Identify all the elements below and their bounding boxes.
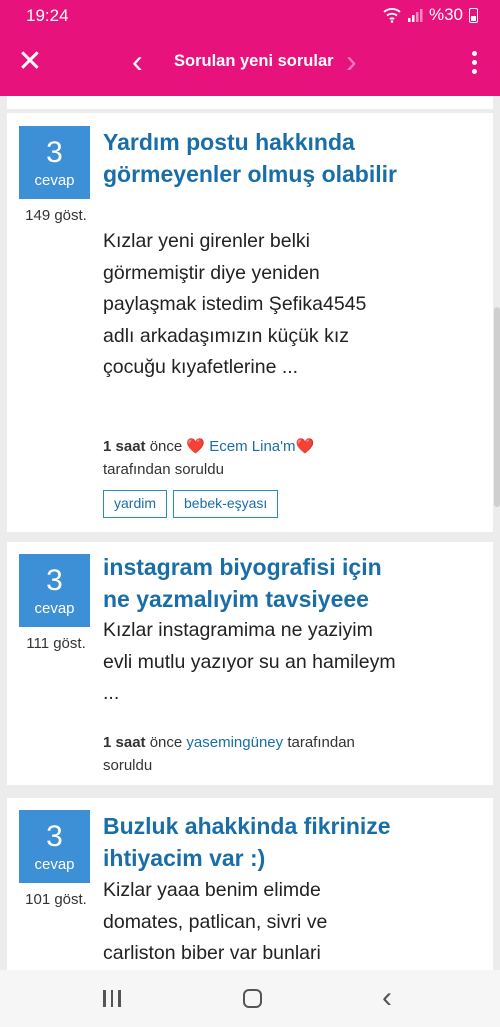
question-meta: 1 saat önce ❤️ Ecem Lina'm❤️ tarafından … [103, 435, 403, 481]
view-count: 111 göst. [26, 635, 86, 652]
answer-count-badge: 3 cevap [19, 810, 90, 883]
app-bar: ✕ ‹ Sorulan yeni sorular › [0, 30, 500, 96]
status-icons: %30 [383, 5, 478, 25]
question-card[interactable]: 3 cevap 101 göst. Buzluk ahakkinda fikri… [7, 798, 493, 970]
answer-count-badge: 3 cevap [19, 126, 90, 199]
previous-card-edge [7, 96, 493, 109]
answer-label: cevap [34, 856, 75, 873]
answer-count-badge: 3 cevap [19, 554, 90, 627]
question-excerpt: Kizlar yaaa benim elimde domates, patlic… [103, 879, 328, 964]
tag[interactable]: yardim [103, 490, 168, 518]
answer-label: cevap [34, 600, 75, 617]
answer-count: 3 [46, 820, 63, 853]
view-count: 149 göst. [25, 207, 87, 224]
recent-apps-icon[interactable] [103, 990, 121, 1007]
view-count: 101 göst. [25, 891, 87, 908]
posted-time: 1 saat [103, 438, 146, 455]
question-title[interactable]: Buzluk ahakkinda fikrinize ihtiyacim var… [103, 810, 403, 874]
author-link[interactable]: ❤️ Ecem Lina'm❤️ [186, 438, 314, 455]
battery-icon [469, 7, 478, 23]
answer-count: 3 [46, 136, 63, 169]
battery-percent: %30 [428, 5, 463, 24]
asked-by-label: tarafından soruldu [103, 461, 224, 478]
more-vertical-icon[interactable] [464, 46, 484, 78]
close-icon[interactable]: ✕ [16, 46, 44, 78]
back-icon[interactable]: ‹ [382, 981, 392, 1015]
posted-time-suffix: önce [149, 734, 183, 751]
question-list: 3 cevap 149 göst. Yardım postu hakkında … [0, 96, 500, 970]
posted-time-suffix: önce [149, 438, 183, 455]
signal-icon [407, 9, 423, 22]
answer-label: cevap [34, 172, 75, 189]
status-bar: 19:24 %30 [0, 0, 500, 30]
author-link[interactable]: yasemingüney [186, 734, 283, 751]
question-title[interactable]: instagram biyografisi için ne yazmalıyim… [103, 551, 403, 615]
wifi-icon [383, 8, 401, 23]
posted-time: 1 saat [103, 734, 146, 751]
question-card[interactable]: 3 cevap 111 göst. instagram biyografisi … [7, 542, 493, 785]
chevron-left-icon[interactable]: ‹ [132, 44, 143, 78]
tag-list: yardim bebek-eşyası [103, 490, 279, 518]
scrollbar-thumb[interactable] [494, 307, 500, 507]
question-card[interactable]: 3 cevap 149 göst. Yardım postu hakkında … [7, 113, 493, 532]
page-title: Sorulan yeni sorular [174, 52, 334, 70]
answer-count: 3 [46, 564, 63, 597]
question-excerpt: Kızlar yeni girenler belki görmemiştir d… [103, 230, 367, 378]
system-nav-bar: ‹ [0, 970, 500, 1027]
tag[interactable]: bebek-eşyası [173, 490, 279, 518]
question-title[interactable]: Yardım postu hakkında görmeyenler olmuş … [103, 126, 403, 190]
home-icon[interactable] [243, 989, 262, 1008]
question-meta: 1 saat önce yasemingüney tarafından soru… [103, 731, 403, 777]
status-time: 19:24 [26, 6, 69, 25]
question-excerpt: Kızlar instagramima ne yaziyim evli mutl… [103, 619, 396, 704]
chevron-right-icon[interactable]: › [346, 44, 357, 78]
